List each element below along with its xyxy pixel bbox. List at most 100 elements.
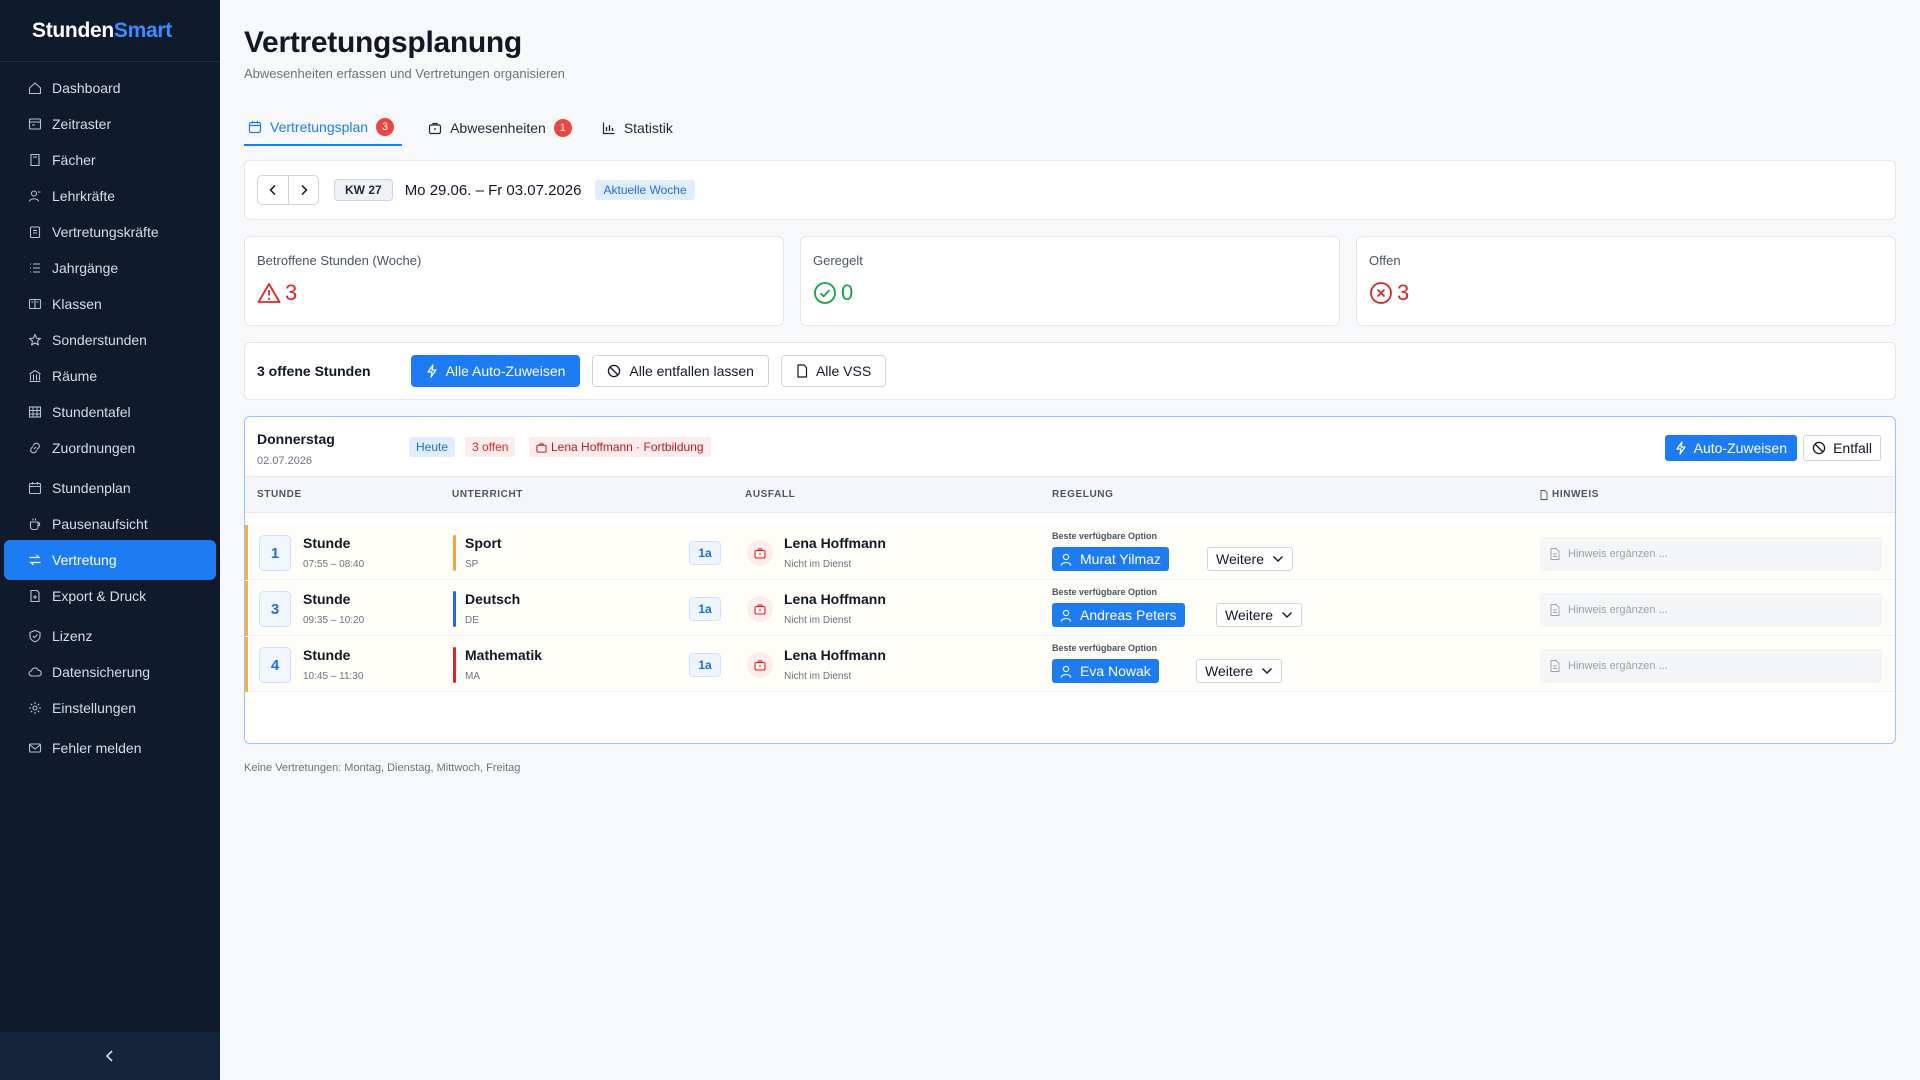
auto-assign-all-button[interactable]: Alle Auto-Zuweisen <box>410 355 581 387</box>
sidebar-item-lizenz[interactable]: Lizenz <box>4 616 216 656</box>
sidebar-item-räume[interactable]: Räume <box>4 356 216 396</box>
hint-placeholder: Hinweis ergänzen ... <box>1568 604 1668 616</box>
stat-value-row: 0 <box>813 280 1327 306</box>
sidebar-item-zeitraster[interactable]: Zeitraster <box>4 104 216 144</box>
absence-icon-wrap <box>747 652 773 678</box>
sidebar-item-einstellungen[interactable]: Einstellungen <box>4 688 216 728</box>
more-options-dropdown[interactable]: Weitere <box>1196 659 1282 683</box>
sidebar-item-label: Zuordnungen <box>52 440 136 456</box>
column-header-ausfall: AUSFALL <box>745 489 796 500</box>
sidebar-item-vertretungskräfte[interactable]: Vertretungskräfte <box>4 212 216 252</box>
chevron-down-icon <box>1281 612 1292 618</box>
sidebar-item-label: Stundentafel <box>52 404 131 420</box>
period-label: Stunde <box>303 591 351 607</box>
main-content: Vertretungsplanung Abwesenheiten erfasse… <box>220 0 1920 1080</box>
sidebar-item-stundentafel[interactable]: Stundentafel <box>4 392 216 432</box>
sidebar-item-zuordnungen[interactable]: Zuordnungen <box>4 428 216 468</box>
sidebar-item-export-druck[interactable]: Export & Druck <box>4 576 216 616</box>
sidebar-item-vertretung[interactable]: Vertretung <box>4 540 216 580</box>
period-number: 1 <box>259 535 291 571</box>
sidebar-item-fächer[interactable]: Fächer <box>4 140 216 180</box>
sidebar-item-stundenplan[interactable]: Stundenplan <box>4 468 216 508</box>
best-option-label: Beste verfügbare Option <box>1052 531 1158 541</box>
column-header-regelung: REGELUNG <box>1052 489 1114 500</box>
subject-color-bar <box>453 535 456 571</box>
next-week-button[interactable] <box>288 176 318 204</box>
absence-badge: Lena Hoffmann · Fortbildung <box>529 437 711 457</box>
class-badge: 1a <box>689 653 721 677</box>
hint-input[interactable]: Hinweis ergänzen ... <box>1540 593 1882 627</box>
period-time: 09:35 – 10:20 <box>303 615 365 626</box>
suitcase-icon <box>536 442 547 453</box>
tab-label: Vertretungsplan <box>270 119 369 135</box>
previous-week-button[interactable] <box>258 176 288 204</box>
subject-code: DE <box>465 615 479 626</box>
sidebar-item-label: Einstellungen <box>52 700 137 716</box>
x-circle-icon <box>1370 282 1392 304</box>
sidebar-item-lehrkräfte[interactable]: Lehrkräfte <box>4 176 216 216</box>
tab-label: Statistik <box>623 120 673 136</box>
assign-substitute-button[interactable]: Eva Nowak <box>1052 659 1159 683</box>
button-label: Entfall <box>1833 440 1872 456</box>
sidebar-item-pausenaufsicht[interactable]: Pausenaufsicht <box>4 504 216 544</box>
sidebar-item-datensicherung[interactable]: Datensicherung <box>4 652 216 692</box>
day-name: Donnerstag <box>257 431 335 447</box>
absent-status: Nicht im Dienst <box>784 559 852 570</box>
week-nav-buttons <box>257 175 319 205</box>
more-options-dropdown[interactable]: Weitere <box>1207 547 1293 571</box>
open-hours-count: 3 offene Stunden <box>257 363 371 379</box>
subject-name: Mathematik <box>465 647 543 663</box>
dropdown-label: Weitere <box>1205 663 1253 679</box>
tab-abwesenheiten[interactable]: Abwesenheiten 1 <box>424 110 576 146</box>
all-vss-button[interactable]: Alle VSS <box>780 355 887 387</box>
sidebar-item-label: Stundenplan <box>52 480 131 496</box>
sidebar-item-sonderstunden[interactable]: Sonderstunden <box>4 320 216 360</box>
more-options-dropdown[interactable]: Weitere <box>1216 603 1302 627</box>
subject-name: Deutsch <box>465 591 521 607</box>
dropdown-label: Weitere <box>1216 551 1264 567</box>
tab-statistik[interactable]: Statistik <box>598 110 677 146</box>
sidebar-item-fehler-melden[interactable]: Fehler melden <box>4 728 216 768</box>
mail-icon <box>28 741 42 755</box>
hint-input[interactable]: Hinweis ergänzen ... <box>1540 537 1882 571</box>
button-label: Alle VSS <box>815 363 872 379</box>
check-circle-icon <box>814 282 836 304</box>
coffee-icon <box>28 517 42 531</box>
lightning-icon <box>1676 441 1686 455</box>
hint-placeholder: Hinweis ergänzen ... <box>1568 660 1668 672</box>
brand-logo[interactable]: Stunden Smart <box>0 0 220 62</box>
absence-icon-wrap <box>747 596 773 622</box>
gear-icon <box>28 701 42 715</box>
day-date: 02.07.2026 <box>257 455 313 467</box>
sidebar-item-dashboard[interactable]: Dashboard <box>4 68 216 108</box>
assign-substitute-button[interactable]: Murat Yilmaz <box>1052 547 1169 571</box>
chevron-left-icon <box>269 184 276 196</box>
sidebar-item-label: Lizenz <box>52 628 93 644</box>
stat-card-open: Offen 3 <box>1356 236 1896 326</box>
assign-substitute-button[interactable]: Andreas Peters <box>1052 603 1185 627</box>
tab-vertretungsplan[interactable]: Vertretungsplan 3 <box>244 110 403 146</box>
tab-label: Abwesenheiten <box>450 120 546 136</box>
day-auto-assign-button[interactable]: Auto-Zuweisen <box>1664 435 1797 461</box>
period-number: 4 <box>259 647 291 683</box>
sidebar-item-label: Fächer <box>52 152 96 168</box>
hint-input[interactable]: Hinweis ergänzen ... <box>1540 649 1882 683</box>
sidebar-item-klassen[interactable]: Klassen <box>4 284 216 324</box>
period-time: 07:55 – 08:40 <box>303 559 365 570</box>
user-icon <box>1060 665 1072 678</box>
document-icon <box>1550 548 1560 560</box>
calendar-week-badge: KW 27 <box>334 179 393 201</box>
table-row: 3 Stunde 09:35 – 10:20 Deutsch DE 1a Len… <box>245 581 1895 636</box>
home-icon <box>28 81 42 95</box>
cancel-all-button[interactable]: Alle entfallen lassen <box>592 355 769 387</box>
stat-label: Betroffene Stunden (Woche) <box>257 253 422 268</box>
sidebar-item-jahrgänge[interactable]: Jahrgänge <box>4 248 216 288</box>
shield-icon <box>28 629 42 643</box>
button-label: Alle Auto-Zuweisen <box>445 363 566 379</box>
sidebar-item-label: Lehrkräfte <box>52 188 116 204</box>
collapse-sidebar-button[interactable] <box>0 1032 220 1080</box>
column-header-label: HINWEIS <box>1552 489 1599 500</box>
day-entfall-button[interactable]: Entfall <box>1803 435 1881 461</box>
bulk-actions-bar: 3 offene Stunden Alle Auto-Zuweisen Alle… <box>244 342 1896 400</box>
book-icon <box>28 153 42 167</box>
